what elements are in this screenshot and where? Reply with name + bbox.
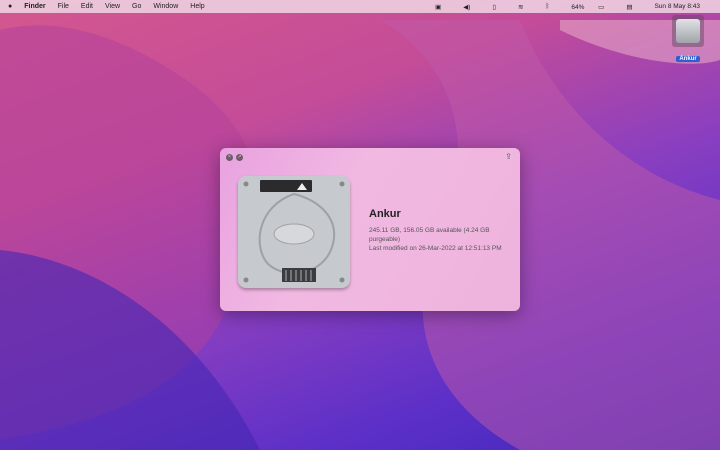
last-modified: Last modified on 26-Mar-2022 at 12:51:13…	[369, 245, 502, 252]
volume-icon[interactable]: ◀)	[463, 3, 470, 11]
fullscreen-button[interactable]: ↗	[236, 154, 243, 161]
battery-percent: 64%	[571, 3, 585, 11]
bluetooth-icon[interactable]: ᛒ	[545, 3, 549, 10]
menu-finder[interactable]: Finder	[24, 3, 45, 10]
hard-disk-icon	[238, 176, 350, 288]
share-icon[interactable]: ⇪	[505, 152, 512, 161]
wifi-icon[interactable]: ≋	[518, 3, 523, 11]
clock[interactable]: Sun 8 May 8:43	[654, 3, 700, 10]
close-button[interactable]: ×	[226, 154, 233, 161]
battery-status[interactable]: 64% ▭	[571, 3, 604, 11]
menu-go[interactable]: Go	[132, 3, 141, 10]
screen-icon[interactable]: ▣	[435, 3, 441, 11]
menu-help[interactable]: Help	[190, 3, 204, 10]
disk-name: Ankur	[369, 208, 401, 220]
desktop-disk-icon[interactable]: Ankur	[670, 15, 706, 65]
menu-view[interactable]: View	[105, 3, 120, 10]
menu-window[interactable]: Window	[153, 3, 178, 10]
control-center-icon[interactable]: ▤	[626, 3, 632, 11]
menu-bar: ● Finder File Edit View Go Window Help ▣…	[0, 0, 720, 13]
mic-icon[interactable]: ▯	[492, 3, 496, 11]
menu-file[interactable]: File	[58, 3, 69, 10]
hard-disk-icon	[672, 15, 704, 47]
desktop-icon-label: Ankur	[676, 56, 700, 62]
disk-capacity: 245.11 GB, 156.05 GB available (4.24 GB …	[369, 227, 490, 243]
quick-look-info-panel: × ↗ ⇪ Ankur 245.11 GB, 156.05 GB availab…	[220, 148, 520, 311]
apple-menu-icon[interactable]: ●	[8, 3, 12, 10]
menu-edit[interactable]: Edit	[81, 3, 93, 10]
